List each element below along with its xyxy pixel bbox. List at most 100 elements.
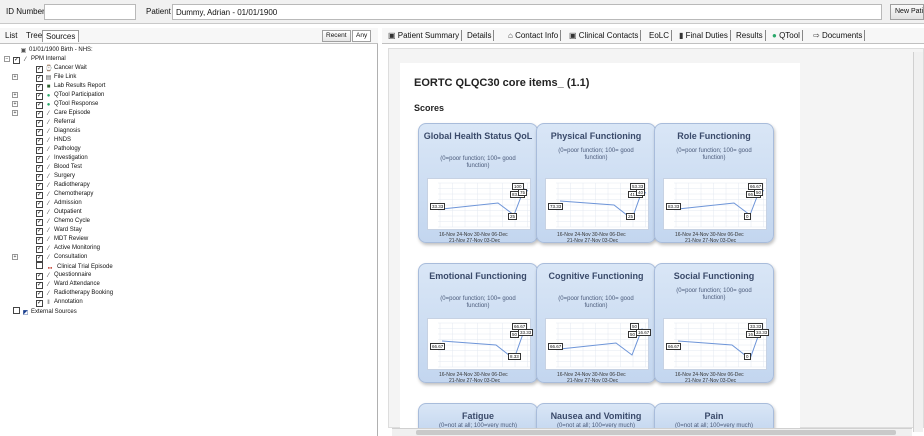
nav-documents[interactable]: ⇨ Documents — [811, 30, 866, 41]
patient-field[interactable]: Dummy, Adrian - 01/01/1900 — [172, 4, 882, 20]
score-card-title: Global Health Status QoL — [423, 131, 533, 141]
checkbox[interactable]: ✓ — [36, 138, 43, 145]
checkbox[interactable]: ✓ — [36, 165, 43, 172]
expand-toggle[interactable]: + — [12, 110, 18, 116]
tree-item-label: Surgery — [54, 173, 76, 179]
nav-details[interactable]: Details — [465, 30, 495, 41]
checkbox[interactable]: ✓ — [36, 246, 43, 253]
nav-icon: ▮ — [679, 31, 686, 40]
any-button[interactable]: Any — [352, 30, 372, 42]
tree-item[interactable]: ✓ ⁄ MDT Review — [36, 235, 88, 244]
nav-label: Patient Summary — [397, 31, 460, 40]
score-card-title: Role Functioning — [677, 131, 751, 141]
tree-item[interactable]: ✓ ⁄ Radiotherapy Booking — [36, 289, 113, 298]
tree-item-label: Admission — [54, 200, 82, 206]
tree-item[interactable]: ✓ ■ Lab Results Report — [36, 82, 105, 91]
tree-item[interactable]: ✓ ⁄ Radiotherapy — [36, 181, 90, 190]
recent-button[interactable]: Recent — [322, 30, 351, 42]
pen-icon: ⁄ — [47, 147, 49, 153]
tree-item[interactable]: ✓ ⁄ Investigation — [36, 154, 88, 163]
tree-item-ppm-internal[interactable]: ✓ ⁄ PPM Internal — [13, 55, 66, 64]
nav-final-duties[interactable]: ▮ Final Duties — [677, 30, 731, 41]
tree-item[interactable]: ✓ ⁄ Ward Attendance — [36, 280, 100, 289]
tree-root[interactable]: ▣ 01/01/1900 Birth - NHS: — [20, 46, 93, 55]
tree-item[interactable]: ✓ ⁄ Consultation — [36, 253, 87, 262]
checkbox[interactable]: ✓ — [36, 93, 43, 100]
checkbox[interactable]: ✓ — [36, 183, 43, 190]
nav-icon: ⌂ — [508, 31, 516, 40]
tree-item[interactable]: ✓ ⁄ Referral — [36, 118, 75, 127]
nav-results[interactable]: Results — [734, 30, 766, 41]
new-patient-button[interactable]: New Patie — [890, 4, 924, 20]
tree-item[interactable]: ✓ ⌚ Cancer Wait — [36, 64, 87, 73]
pen-icon: ⁄ — [47, 237, 49, 243]
nav-patient-summary[interactable]: ▣ Patient Summary — [386, 30, 463, 41]
checkbox[interactable]: ✓ — [36, 282, 43, 289]
tree-item[interactable]: ✓ ⁄ Active Monitoring — [36, 244, 100, 253]
expand-toggle[interactable]: + — [12, 254, 18, 260]
checkbox[interactable]: ✓ — [36, 300, 43, 307]
tree-item[interactable]: ✓ ⁄ HNDS — [36, 136, 71, 145]
tree-item[interactable]: ✓ ▤ File Link — [36, 73, 76, 82]
horizontal-scroll-thumb[interactable] — [416, 430, 896, 435]
checkbox[interactable]: ✓ — [36, 273, 43, 280]
checkbox[interactable]: ✓ — [36, 174, 43, 181]
tree-item[interactable]: ✓ ● QTool Participation — [36, 91, 104, 100]
checkbox[interactable]: ✓ — [36, 120, 43, 127]
tree-item[interactable]: ✓ ⁄ Surgery — [36, 172, 75, 181]
checkbox[interactable]: ✓ — [36, 291, 43, 298]
tree-item[interactable]: ✓ ⁄ Admission — [36, 199, 82, 208]
checkbox[interactable]: ✓ — [36, 102, 43, 109]
tree-item[interactable]: ✓ ⁄ Diagnosis — [36, 127, 80, 136]
tab-sources[interactable]: Sources — [42, 30, 80, 42]
tree-item[interactable]: ✓ ● QTool Response — [36, 100, 98, 109]
nav-contact-info[interactable]: ⌂ Contact Info — [506, 30, 562, 41]
tree-item[interactable]: ✓ ⁄ Ward Stay — [36, 226, 82, 235]
tree-item[interactable]: ✓ ⁄ Blood Test — [36, 163, 82, 172]
tree-item[interactable]: ✓ ⁄ Outpatient — [36, 208, 82, 217]
checkbox[interactable]: ✓ — [36, 129, 43, 136]
checkbox[interactable]: ✓ — [36, 75, 43, 82]
tab-list[interactable]: List — [2, 30, 20, 41]
pen-icon: ⁄ — [47, 129, 49, 135]
score-card-title: Emotional Functioning — [429, 271, 527, 281]
nav-eolc[interactable]: EoLC — [647, 30, 673, 41]
tree-item[interactable]: ✓ ǁ Annotation — [36, 298, 83, 307]
checkbox[interactable]: ✓ — [36, 210, 43, 217]
tree-item[interactable]: ✓ ⁄ Questionnaire — [36, 271, 91, 280]
horizontal-scrollbar[interactable] — [392, 428, 912, 436]
tree-item[interactable]: ✓ ⁄ Care Episode — [36, 109, 90, 118]
tree-item-label: Investigation — [54, 155, 88, 161]
expand-toggle[interactable]: + — [12, 101, 18, 107]
data-label: 50 — [754, 189, 764, 196]
score-line-chart: 66.6733.3316.6733.330 — [663, 318, 770, 370]
checkbox[interactable]: ✓ — [13, 57, 20, 64]
checkbox[interactable]: ✓ — [36, 228, 43, 235]
checkbox[interactable]: ✓ — [36, 255, 43, 262]
checkbox[interactable]: ✓ — [36, 156, 43, 163]
checkbox[interactable]: ✓ — [36, 201, 43, 208]
checkbox[interactable]: ✓ — [36, 111, 43, 118]
tree-item[interactable]: ✓ ⁄ Chemo Cycle — [36, 217, 90, 226]
checkbox[interactable] — [13, 307, 20, 314]
checkbox[interactable]: ✓ — [36, 84, 43, 91]
nav-qtool[interactable]: ● QTool — [770, 30, 803, 41]
expand-toggle[interactable]: + — [12, 74, 18, 80]
tree-item[interactable]: ✓ ⁄ Chemotherapy — [36, 190, 93, 199]
pen-icon: ⁄ — [47, 210, 49, 216]
id-number-input[interactable] — [44, 4, 136, 20]
nav-clinical-contacts[interactable]: ▣ Clinical Contacts — [567, 30, 642, 41]
checkbox[interactable] — [36, 262, 43, 269]
expand-toggle[interactable]: + — [12, 92, 18, 98]
checkbox[interactable]: ✓ — [36, 66, 43, 73]
checkbox[interactable]: ✓ — [36, 219, 43, 226]
checkbox[interactable]: ✓ — [36, 192, 43, 199]
tree-item[interactable]: ✓ ⁄ Pathology — [36, 145, 81, 154]
checkbox[interactable]: ✓ — [36, 237, 43, 244]
tree-item-external-sources[interactable]: ◩ External Sources — [13, 307, 77, 316]
expand-toggle[interactable]: − — [4, 56, 10, 62]
x-axis-labels-bottom: 21-Nov 27-Nov 03-Dec — [449, 378, 501, 384]
vertical-scrollbar[interactable] — [913, 52, 923, 432]
checkbox[interactable]: ✓ — [36, 147, 43, 154]
tree-item[interactable]: ●● Clinical Trial Episode — [36, 262, 113, 271]
